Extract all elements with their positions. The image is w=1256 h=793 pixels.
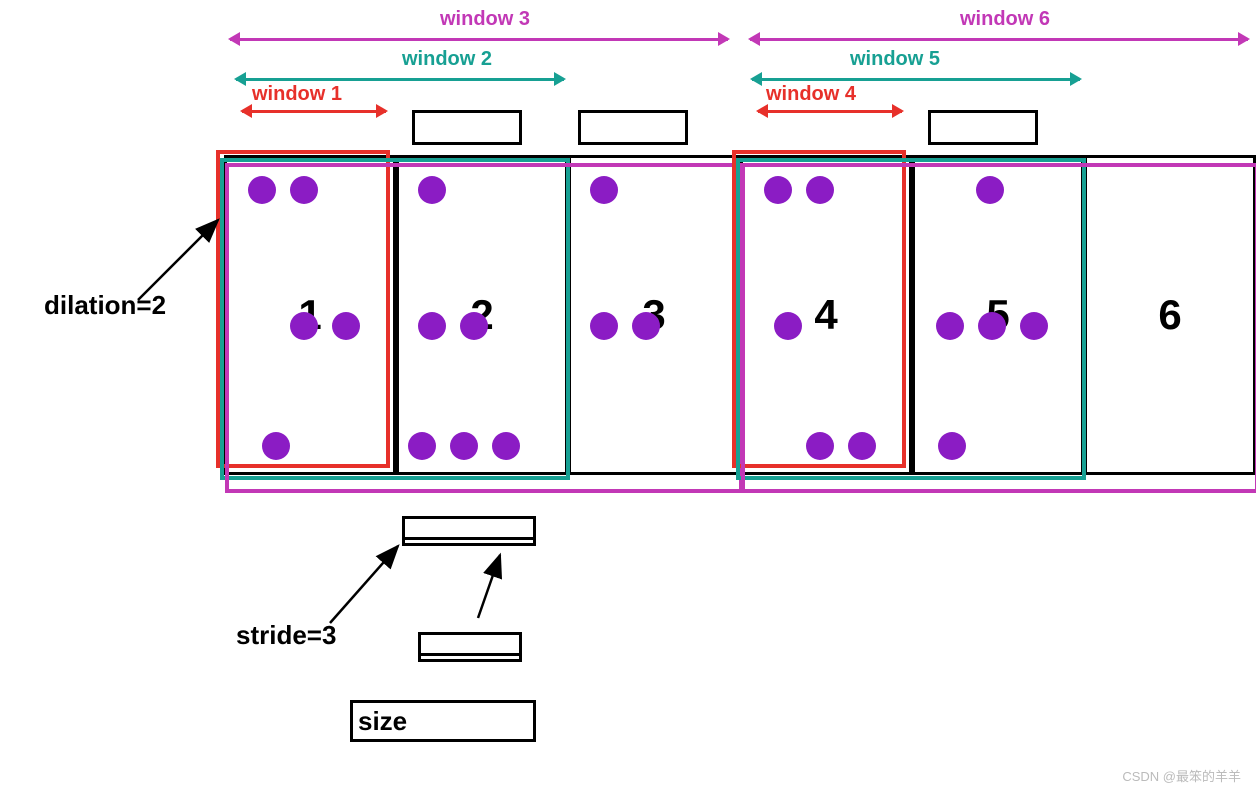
window5-arrow xyxy=(752,78,1080,81)
dilation-label: dilation=2 xyxy=(44,290,166,321)
size-label: size xyxy=(358,706,407,737)
window5-label: window 5 xyxy=(850,48,940,71)
window6-arrow xyxy=(750,38,1248,41)
window1-label: window 1 xyxy=(252,83,342,106)
window4-arrow xyxy=(758,110,902,113)
window3-label: window 3 xyxy=(440,8,530,31)
window6-rect xyxy=(741,163,1256,493)
window1-arrow xyxy=(242,110,386,113)
lower-box-2 xyxy=(418,632,522,662)
header-box-5 xyxy=(928,110,1038,145)
window4-label: window 4 xyxy=(766,83,856,106)
lower-divider-2 xyxy=(418,653,522,656)
stride-label: stride=3 xyxy=(236,620,336,651)
window2-label: window 2 xyxy=(402,48,492,71)
window3-arrow xyxy=(230,38,728,41)
header-box-2 xyxy=(412,110,522,145)
window3-rect xyxy=(225,163,743,493)
window2-arrow xyxy=(236,78,564,81)
lower-box-1 xyxy=(402,516,536,546)
header-box-3 xyxy=(578,110,688,145)
watermark: CSDN @最笨的羊羊 xyxy=(1122,766,1241,785)
lower-divider-1 xyxy=(402,537,536,540)
window6-label: window 6 xyxy=(960,8,1050,31)
